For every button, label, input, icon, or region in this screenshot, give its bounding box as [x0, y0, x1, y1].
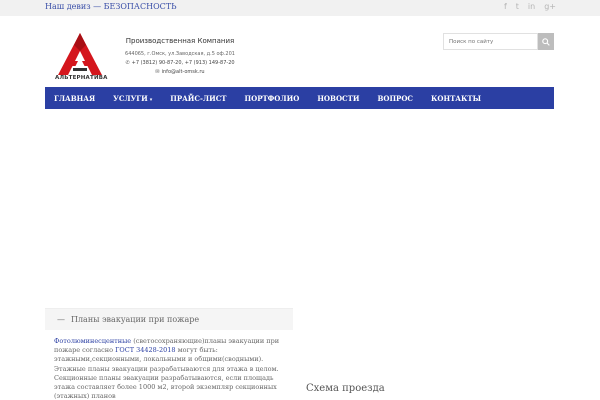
nav-item-services[interactable]: УСЛУГИ ▾	[113, 94, 152, 103]
accordion-body: Фотолюминесцентные (светосохраняющие)пла…	[45, 330, 293, 400]
facebook-icon[interactable]: f	[504, 2, 507, 11]
top-bar: Наш девиз — БЕЗОПАСНОСТЬ f t in g+	[0, 0, 600, 16]
search-button[interactable]	[538, 33, 554, 50]
nav-item-question[interactable]: ВОПРОС	[377, 94, 413, 103]
accordion-title: Планы эвакуации при пожаре	[71, 315, 200, 324]
company-email[interactable]: info@alt-omsk.ru	[162, 69, 205, 75]
nav-item-home[interactable]: ГЛАВНАЯ	[54, 94, 95, 103]
evacuation-plans-accordion: — Планы эвакуации при пожаре Фотолюминес…	[45, 308, 293, 400]
chevron-down-icon: ▾	[149, 96, 153, 103]
company-email-line: ✉ info@alt-omsk.ru	[125, 69, 235, 75]
nav-item-contacts[interactable]: КОНТАКТЫ	[431, 94, 481, 103]
social-links: f t in g+	[504, 2, 556, 11]
gost-link[interactable]: ГОСТ 34428-2018	[115, 346, 175, 354]
accordion-text-2: могут быть: этажными,секционными, локаль…	[54, 346, 279, 400]
main-nav: ГЛАВНАЯ УСЛУГИ ▾ ПРАЙС-ЛИСТ ПОРТФОЛИО НОВ…	[45, 87, 554, 109]
logo-icon[interactable]	[55, 31, 105, 81]
company-address: 644065, г.Омск, ул.Заводская, д.5 оф.201	[125, 51, 235, 57]
google-plus-icon[interactable]: g+	[544, 2, 556, 11]
directions-heading: Схема проезда	[306, 383, 385, 394]
company-phone[interactable]: +7 (3812) 90-87-20, +7 (913) 149-87-20	[132, 60, 235, 66]
photoluminescent-link[interactable]: Фотолюминесцентные	[54, 337, 131, 345]
logo-text: АЛЬТЕРНАТИВА	[55, 75, 108, 81]
nav-item-services-label: УСЛУГИ	[113, 93, 148, 103]
nav-item-portfolio[interactable]: ПОРТФОЛИО	[244, 94, 299, 103]
envelope-icon: ✉	[155, 69, 160, 75]
accordion-header[interactable]: — Планы эвакуации при пожаре	[45, 308, 293, 330]
search-icon	[542, 37, 550, 46]
twitter-icon[interactable]: t	[516, 2, 519, 11]
search-box	[443, 33, 554, 50]
company-info: Производственная Компания 644065, г.Омск…	[125, 37, 235, 75]
company-name: Производственная Компания	[125, 37, 235, 45]
nav-item-news[interactable]: НОВОСТИ	[317, 94, 359, 103]
linkedin-icon[interactable]: in	[528, 2, 535, 11]
company-phone-line: ✆ +7 (3812) 90-87-20, +7 (913) 149-87-20	[125, 60, 235, 66]
motto-text: Наш девиз — БЕЗОПАСНОСТЬ	[45, 2, 177, 11]
search-input[interactable]	[443, 33, 538, 50]
phone-icon: ✆	[125, 60, 130, 66]
minus-icon: —	[57, 315, 65, 324]
nav-item-price-list[interactable]: ПРАЙС-ЛИСТ	[170, 94, 226, 103]
